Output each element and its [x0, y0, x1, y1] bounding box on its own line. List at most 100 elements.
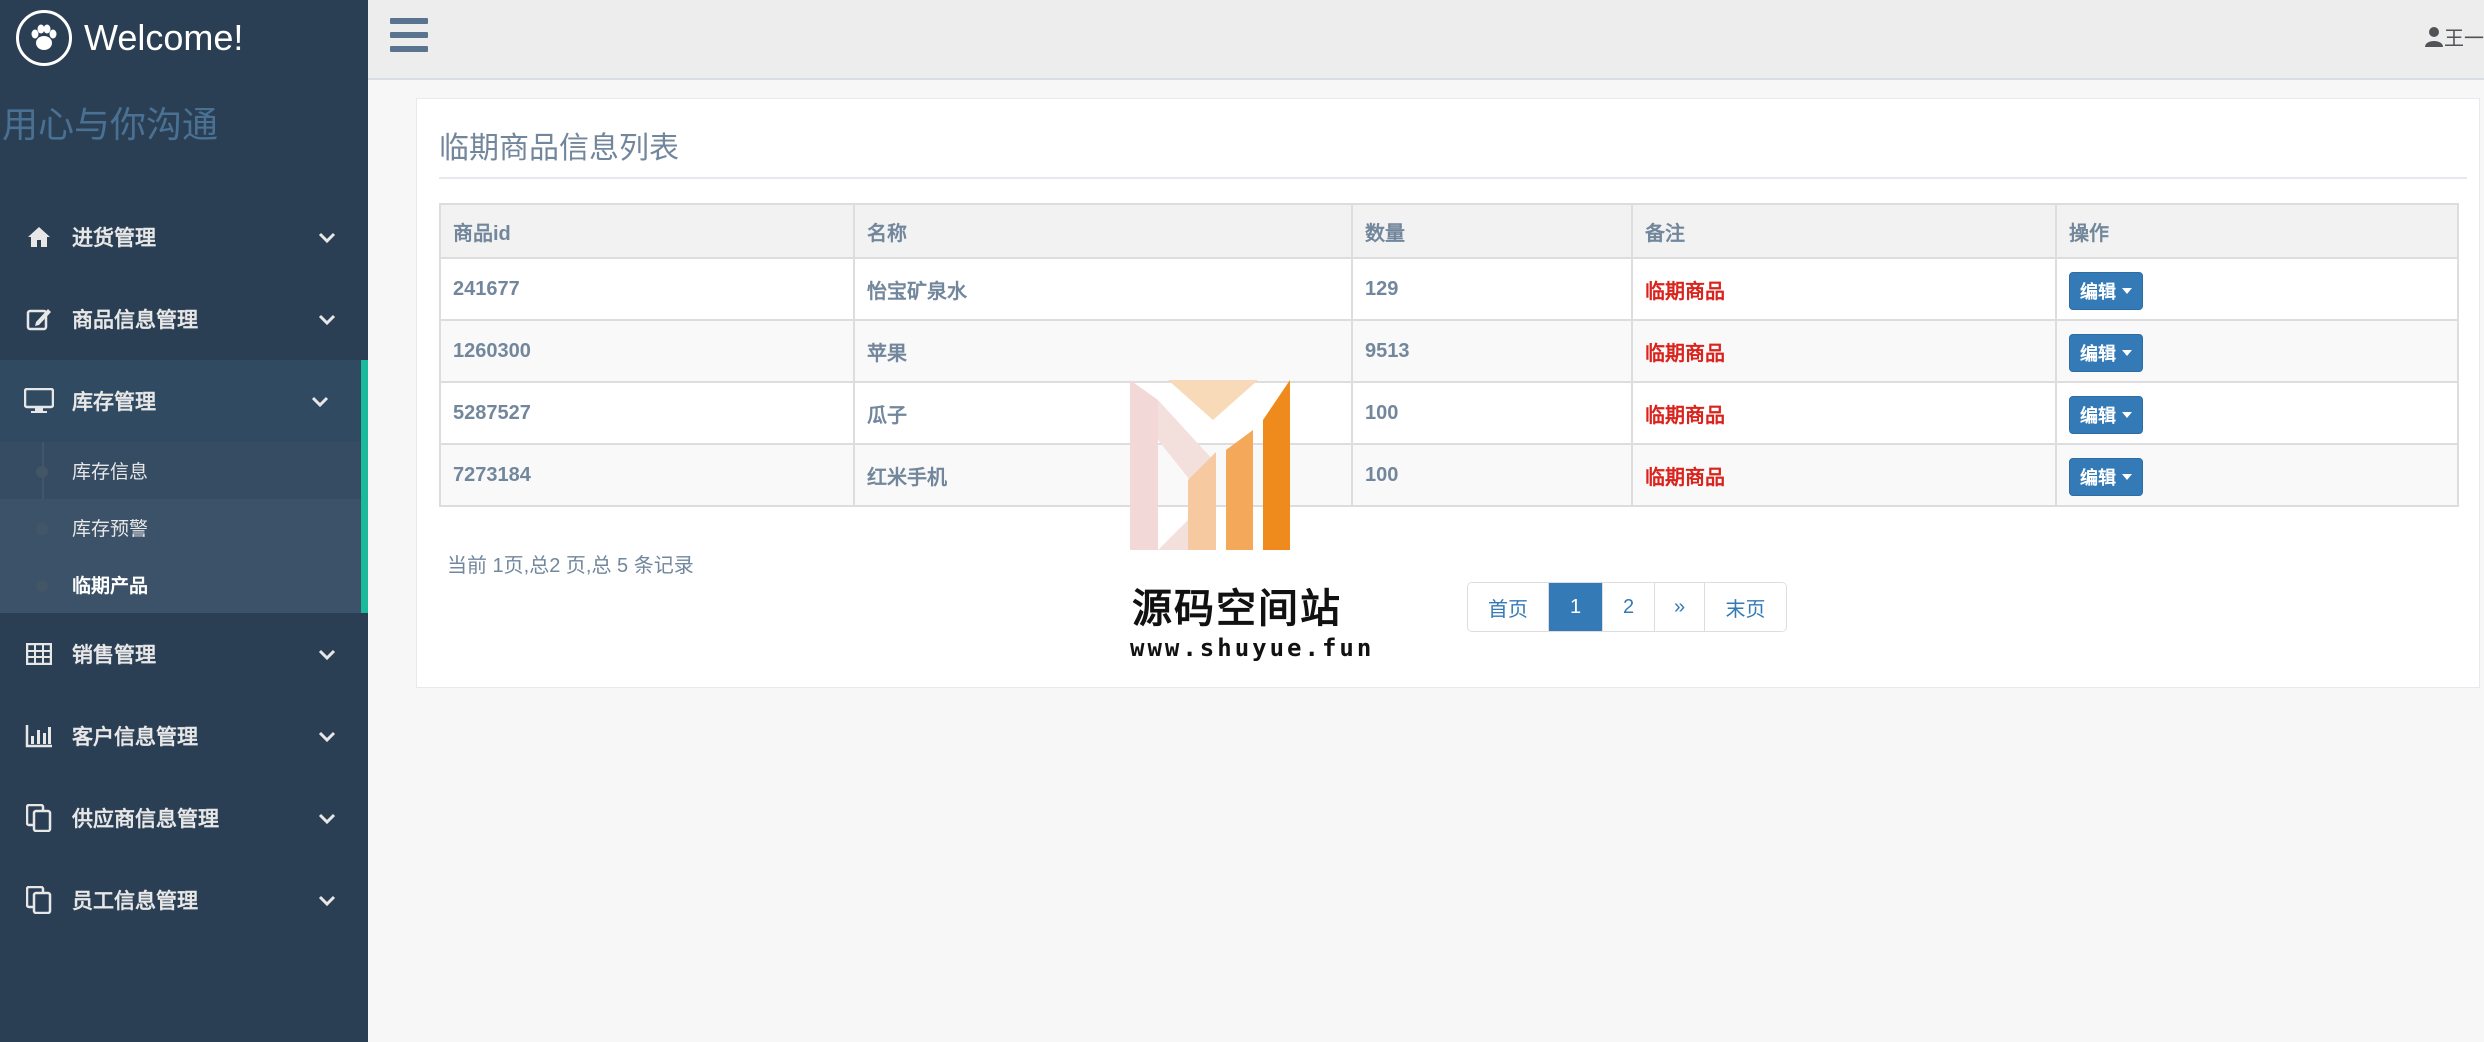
edit-button[interactable]: 编辑 [2069, 334, 2143, 372]
caret-down-icon [2122, 412, 2132, 418]
products-table: 商品id 名称 数量 备注 操作 241677 怡宝矿泉水 129 临期商品 编… [439, 203, 2459, 507]
welcome-title: Welcome! [84, 17, 244, 58]
chevron-down-icon [318, 807, 336, 831]
chevron-down-icon [318, 308, 336, 332]
table-header-row: 商品id 名称 数量 备注 操作 [439, 203, 2459, 259]
cell-action: 编辑 [2055, 257, 2459, 321]
table-row: 7273184 红米手机 100 临期商品 编辑 [439, 443, 2459, 507]
sidebar-item-customers[interactable]: 客户信息管理 [0, 695, 368, 777]
cell-note: 临期商品 [1631, 443, 2057, 507]
paw-icon [16, 10, 72, 66]
column-header: 备注 [1631, 203, 2057, 259]
user-icon [2425, 26, 2443, 47]
pagination-summary: 当前 1页,总2 页,总 5 条记录 [447, 555, 694, 577]
menu-toggle-icon[interactable] [390, 18, 428, 52]
sidebar-item-label: 进货管理 [72, 227, 156, 250]
submenu-item-label: 库存信息 [72, 462, 149, 483]
cell-note: 临期商品 [1631, 381, 2057, 445]
cell-note: 临期商品 [1631, 319, 2057, 383]
edit-icon [24, 304, 54, 334]
sidebar-item-label: 客户信息管理 [72, 726, 198, 749]
page-last-button[interactable]: 末页 [1704, 583, 1786, 631]
column-header: 数量 [1351, 203, 1633, 259]
watermark-title: 源码空间站 [1132, 586, 1342, 632]
submenu-item-expiring[interactable]: 临期产品 [0, 556, 361, 613]
sidebar-item-product-info[interactable]: 商品信息管理 [0, 278, 368, 360]
cell-id: 7273184 [439, 443, 855, 507]
page-1-button[interactable]: 1 [1548, 583, 1602, 631]
page-next-button[interactable]: » [1654, 583, 1704, 631]
bullet-icon [36, 580, 48, 592]
desktop-icon [24, 386, 54, 416]
sidebar-item-label: 销售管理 [72, 644, 156, 667]
inventory-submenu: 库存信息 库存预警 临期产品 [0, 442, 368, 613]
bullet-icon [36, 523, 48, 535]
column-header: 商品id [439, 203, 855, 259]
cell-action: 编辑 [2055, 381, 2459, 445]
cell-qty: 100 [1351, 381, 1633, 445]
cell-action: 编辑 [2055, 319, 2459, 383]
sidebar-item-purchase[interactable]: 进货管理 [0, 196, 368, 278]
sidebar-item-employees[interactable]: 员工信息管理 [0, 859, 368, 941]
pagination: 首页 1 2 » 末页 [1467, 582, 1787, 632]
user-name: 王一 [2444, 28, 2484, 50]
page-first-button[interactable]: 首页 [1468, 583, 1548, 631]
bullet-icon [36, 466, 48, 478]
sidebar-item-label: 商品信息管理 [72, 309, 198, 332]
edit-button[interactable]: 编辑 [2069, 396, 2143, 434]
submenu-item-stock-warning[interactable]: 库存预警 [0, 499, 361, 556]
edit-button[interactable]: 编辑 [2069, 272, 2143, 310]
table-row: 5287527 瓜子 100 临期商品 编辑 [439, 381, 2459, 445]
sidebar-item-suppliers[interactable]: 供应商信息管理 [0, 777, 368, 859]
cell-name: 苹果 [853, 319, 1353, 383]
chevron-down-icon [318, 643, 336, 667]
cell-qty: 100 [1351, 443, 1633, 507]
column-header: 名称 [853, 203, 1353, 259]
caret-down-icon [2122, 288, 2132, 294]
watermark-logo [1130, 380, 1290, 550]
user-menu[interactable]: 王一 [2424, 22, 2484, 51]
edit-button[interactable]: 编辑 [2069, 458, 2143, 496]
submenu-item-label: 临期产品 [72, 576, 149, 597]
edit-button-label: 编辑 [2080, 406, 2116, 426]
sidebar-menu: 进货管理 商品信息管理 库存管理 库存信息 库存预警 临期产品 销售管理 客户信… [0, 196, 368, 941]
cell-action: 编辑 [2055, 443, 2459, 507]
cell-id: 1260300 [439, 319, 855, 383]
submenu-item-stock-info[interactable]: 库存信息 [0, 442, 361, 499]
expiring-products-panel: 临期商品信息列表 商品id 名称 数量 备注 操作 241677 怡宝矿泉水 1… [416, 98, 2480, 688]
edit-button-label: 编辑 [2080, 344, 2116, 364]
table-icon [24, 639, 54, 669]
caret-down-icon [2122, 474, 2132, 480]
table-row: 241677 怡宝矿泉水 129 临期商品 编辑 [439, 257, 2459, 321]
sidebar-item-label: 库存管理 [72, 391, 156, 414]
bar-chart-icon [24, 721, 54, 751]
watermark-url: www.shuyue.fun [1130, 634, 1375, 662]
cell-id: 5287527 [439, 381, 855, 445]
cell-qty: 129 [1351, 257, 1633, 321]
chevron-down-icon [318, 889, 336, 913]
edit-button-label: 编辑 [2080, 282, 2116, 302]
chevron-down-icon [318, 226, 336, 250]
page-2-button[interactable]: 2 [1602, 583, 1654, 631]
cell-qty: 9513 [1351, 319, 1633, 383]
top-nav: 王一 [368, 0, 2484, 80]
sidebar-item-sales[interactable]: 销售管理 [0, 613, 368, 695]
sidebar-item-label: 员工信息管理 [72, 890, 198, 913]
slogan: 用心与你沟通 [2, 104, 219, 145]
cell-id: 241677 [439, 257, 855, 321]
copy-icon [24, 885, 54, 915]
sidebar-item-label: 供应商信息管理 [72, 808, 219, 831]
cell-name: 怡宝矿泉水 [853, 257, 1353, 321]
chevron-down-icon [318, 725, 336, 749]
brand[interactable]: Welcome! [0, 0, 368, 76]
copy-icon [24, 803, 54, 833]
edit-button-label: 编辑 [2080, 468, 2116, 488]
table-row: 1260300 苹果 9513 临期商品 编辑 [439, 319, 2459, 383]
page-title: 临期商品信息列表 [439, 132, 679, 165]
submenu-item-label: 库存预警 [72, 519, 149, 540]
home-icon [24, 222, 54, 252]
column-header: 操作 [2055, 203, 2459, 259]
sidebar-item-inventory[interactable]: 库存管理 [0, 360, 368, 442]
caret-down-icon [2122, 350, 2132, 356]
cell-note: 临期商品 [1631, 257, 2057, 321]
